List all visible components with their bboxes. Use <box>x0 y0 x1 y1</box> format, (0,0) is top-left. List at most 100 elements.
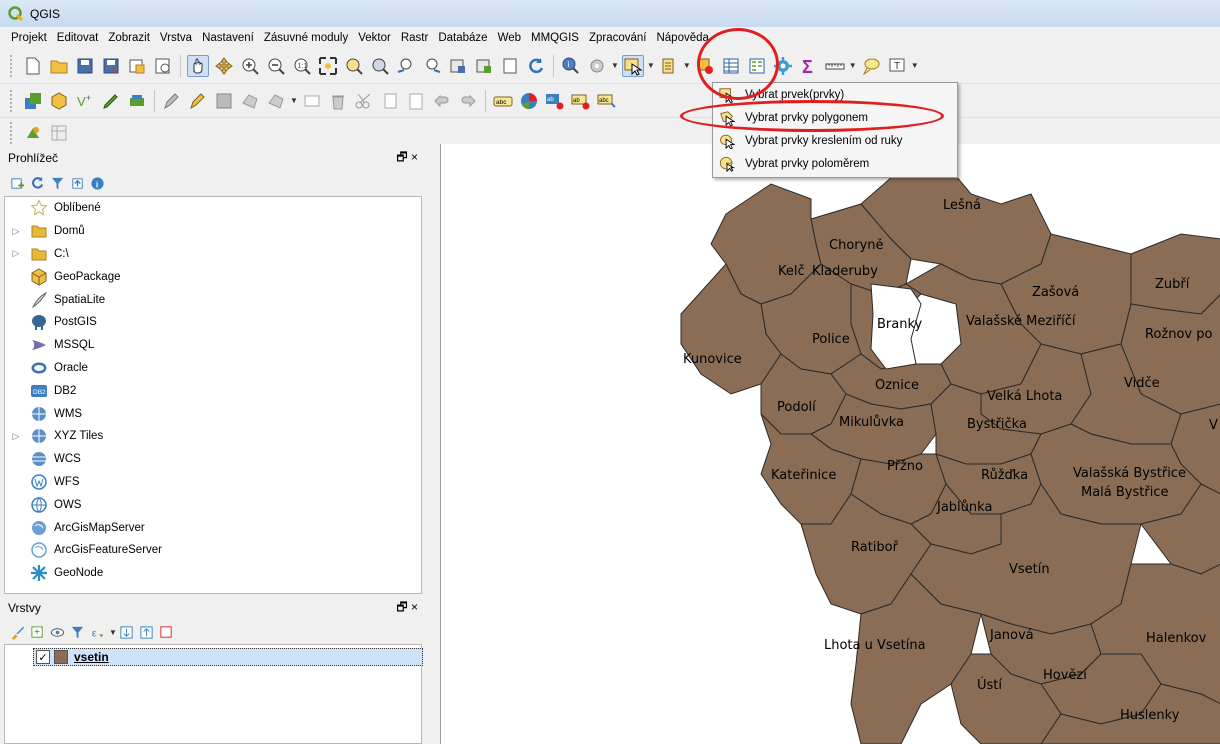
menu-nastaveni[interactable]: Nastavení <box>197 32 259 44</box>
properties-button[interactable]: i <box>88 174 106 192</box>
modify-attributes-button[interactable] <box>301 90 323 112</box>
chevron-down-icon[interactable]: ▼ <box>109 628 117 637</box>
new-project-button[interactable] <box>22 55 44 77</box>
add-layer-button[interactable] <box>100 90 122 112</box>
data-source-manager-button[interactable] <box>22 90 44 112</box>
delete-selected-button[interactable] <box>327 90 349 112</box>
chevron-down-icon[interactable]: ▼ <box>911 61 919 70</box>
browser-item-geonode[interactable]: GeoNode <box>5 562 421 585</box>
browser-item-postgis[interactable]: PostGIS <box>5 311 421 334</box>
filter-browser-button[interactable] <box>48 174 66 192</box>
expand-arrow-icon[interactable]: ▷ <box>9 431 23 442</box>
zoom-in-button[interactable] <box>239 55 261 77</box>
toolbar-grip[interactable] <box>10 89 14 112</box>
redo-button[interactable] <box>457 90 479 112</box>
refresh-button[interactable] <box>525 55 547 77</box>
zoom-out-button[interactable] <box>265 55 287 77</box>
browser-item-domu[interactable]: ▷ Domů <box>5 220 421 243</box>
browser-item-oblibene[interactable]: Oblíbené <box>5 197 421 220</box>
remove-layer-button[interactable] <box>158 623 176 641</box>
add-group-button[interactable] <box>28 623 46 641</box>
browser-item-spatialite[interactable]: SpatiaLite <box>5 288 421 311</box>
chevron-down-icon[interactable]: ▼ <box>290 96 298 105</box>
statistical-summary-button[interactable]: Σ <box>798 55 820 77</box>
chevron-down-icon[interactable]: ▼ <box>683 61 691 70</box>
menu-item-select-freehand[interactable]: Vybrat prvky kreslením od ruky <box>713 129 957 152</box>
expand-arrow-icon[interactable]: ▷ <box>9 226 23 237</box>
menu-zasuvne-moduly[interactable]: Zásuvné moduly <box>259 32 353 44</box>
menu-vrstva[interactable]: Vrstva <box>155 32 197 44</box>
pan-map-button[interactable] <box>187 54 209 77</box>
undo-button[interactable] <box>431 90 453 112</box>
plugin-tool-button[interactable] <box>22 122 44 144</box>
collapse-all-button[interactable] <box>68 174 86 192</box>
browser-item-db2[interactable]: DB2 DB2 <box>5 379 421 402</box>
style-layer-button[interactable] <box>8 623 26 641</box>
filter-legend-button[interactable] <box>68 623 86 641</box>
select-by-value-button[interactable] <box>658 55 680 77</box>
vertex-tool-button[interactable] <box>265 90 287 112</box>
open-project-button[interactable] <box>48 55 70 77</box>
zoom-full-button[interactable] <box>317 55 339 77</box>
text-annotation-button[interactable]: T <box>886 55 908 77</box>
chevron-down-icon[interactable]: ▼ <box>611 61 619 70</box>
save-as-button[interactable] <box>100 55 122 77</box>
menu-projekt[interactable]: Projekt <box>6 32 52 44</box>
map-canvas[interactable]: Lešná Choryně Kelč Kladeruby Zašová Zubř… <box>440 144 1220 744</box>
menu-zpracovani[interactable]: Zpracování <box>584 32 652 44</box>
browser-item-wcs[interactable]: WCS <box>5 448 421 471</box>
layout-manager-button[interactable] <box>152 55 174 77</box>
add-selected-layers-button[interactable] <box>8 174 26 192</box>
expand-all-button[interactable] <box>118 623 136 641</box>
filter-by-expression-button[interactable]: ε <box>88 623 106 641</box>
paste-features-button[interactable] <box>405 90 427 112</box>
new-temp-layer-button[interactable] <box>126 90 148 112</box>
new-shapefile-layer-button[interactable]: V + <box>74 90 96 112</box>
select-features-button[interactable] <box>621 54 644 77</box>
pan-to-selection-button[interactable] <box>213 55 235 77</box>
layers-tree[interactable]: ✓ vsetin <box>4 644 423 744</box>
browser-item-wms[interactable]: WMS <box>5 402 421 425</box>
new-bookmark-button[interactable] <box>447 55 469 77</box>
menu-vektor[interactable]: Vektor <box>353 32 396 44</box>
browser-item-geopackage[interactable]: GeoPackage <box>5 265 421 288</box>
toolbar-grip[interactable] <box>10 54 14 77</box>
panel-float-close-controls[interactable]: 🗗 × <box>396 598 418 619</box>
panel-float-close-controls[interactable]: 🗗 × <box>396 148 418 169</box>
map-polygons[interactable] <box>441 144 1220 744</box>
tile-scale-button[interactable] <box>499 55 521 77</box>
layer-item-vsetin[interactable]: ✓ vsetin <box>33 648 423 666</box>
current-edits-button[interactable] <box>161 90 183 112</box>
measure-button[interactable] <box>824 55 846 77</box>
zoom-to-selection-button[interactable] <box>343 55 365 77</box>
copy-features-button[interactable] <box>379 90 401 112</box>
manage-themes-button[interactable] <box>48 623 66 641</box>
panel-splitter[interactable] <box>428 144 440 744</box>
collapse-all-layers-button[interactable] <box>138 623 156 641</box>
browser-item-arcgis-mapserver[interactable]: ArcGisMapServer <box>5 516 421 539</box>
show-bookmarks-button[interactable] <box>473 55 495 77</box>
menu-databaze[interactable]: Databáze <box>433 32 492 44</box>
browser-item-c-drive[interactable]: ▷ C:\ <box>5 243 421 266</box>
menu-zobrazit[interactable]: Zobrazit <box>103 32 155 44</box>
zoom-to-layer-button[interactable] <box>369 55 391 77</box>
menu-rastr[interactable]: Rastr <box>396 32 433 44</box>
menu-mmqgis[interactable]: MMQGIS <box>526 32 584 44</box>
browser-item-ows[interactable]: OWS <box>5 493 421 516</box>
save-project-button[interactable] <box>74 55 96 77</box>
menu-item-select-by-radius[interactable]: Vybrat prvky poloměrem <box>713 152 957 175</box>
move-label-button[interactable]: abc <box>596 90 618 112</box>
refresh-browser-button[interactable] <box>28 174 46 192</box>
show-hide-labels-button[interactable]: ab <box>570 90 592 112</box>
browser-item-oracle[interactable]: Oracle <box>5 357 421 380</box>
expand-arrow-icon[interactable]: ▷ <box>9 248 23 259</box>
toolbar-grip[interactable] <box>10 121 14 144</box>
zoom-next-button[interactable] <box>421 55 443 77</box>
run-action-button[interactable] <box>586 55 608 77</box>
labeling-button[interactable]: abc <box>492 90 514 112</box>
chevron-down-icon[interactable]: ▼ <box>849 61 857 70</box>
plugin-table-button[interactable] <box>48 122 70 144</box>
new-geopackage-layer-button[interactable] <box>48 90 70 112</box>
select-dropdown-chevron-icon[interactable]: ▼ <box>647 61 655 70</box>
save-edits-button[interactable] <box>213 90 235 112</box>
